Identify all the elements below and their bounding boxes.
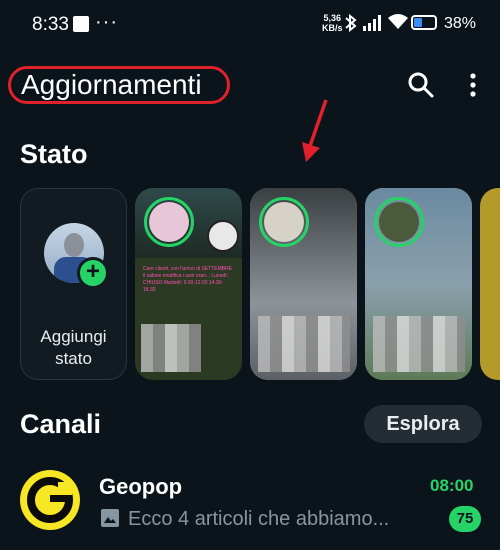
battery-icon — [411, 15, 437, 30]
notification-icon — [73, 16, 89, 32]
status-card[interactable]: Care clienti, con l'arrivo di SETTEMBRE … — [135, 188, 242, 380]
add-status-card[interactable]: + Aggiungi stato — [20, 188, 127, 380]
battery-percent: 38% — [444, 15, 477, 32]
status-card[interactable] — [250, 188, 357, 380]
search-icon[interactable] — [408, 72, 434, 98]
status-card-partial[interactable] — [480, 188, 500, 380]
add-icon: + — [77, 257, 109, 289]
bluetooth-icon — [345, 13, 357, 33]
channel-logo — [20, 470, 80, 530]
status-avatar-ring — [374, 197, 424, 247]
channel-preview: Ecco 4 articoli che abbiamo... — [128, 508, 390, 530]
signal-icon — [363, 15, 381, 31]
status-card-text: Care clienti, con l'arrivo di SETTEMBRE … — [143, 266, 233, 293]
channels-section-title: Canali — [20, 409, 102, 439]
channel-time: 08:00 — [430, 476, 474, 495]
net-speed-unit: KB/s — [322, 23, 343, 33]
unread-badge: 75 — [449, 506, 481, 532]
add-status-label: Aggiungi stato — [40, 327, 107, 368]
channel-name: Geopop — [99, 474, 183, 499]
page-title: Aggiornamenti — [8, 66, 230, 104]
geopop-logo-icon — [27, 477, 73, 523]
channel-row[interactable]: Geopop 08:00 Ecco 4 articoli che abbiamo… — [0, 460, 500, 540]
image-icon — [101, 509, 119, 527]
status-time: 8:33 — [32, 14, 69, 35]
more-vert-icon[interactable] — [468, 72, 478, 98]
wifi-icon — [388, 14, 408, 29]
status-avatar-ring — [259, 197, 309, 247]
more-notifications-icon: ··· — [95, 11, 118, 33]
clock-image — [207, 220, 239, 252]
explore-button[interactable]: Esplora — [364, 405, 482, 443]
status-bar: 8:33 ··· 5,36 KB/s 38% — [0, 0, 500, 48]
status-avatar-ring — [144, 197, 194, 247]
net-speed-value: 5,36 — [323, 13, 342, 23]
arrow-icon — [302, 99, 328, 162]
status-section-title: Stato — [20, 139, 88, 169]
status-card[interactable] — [365, 188, 472, 380]
net-speed: 5,36 KB/s — [322, 13, 343, 33]
